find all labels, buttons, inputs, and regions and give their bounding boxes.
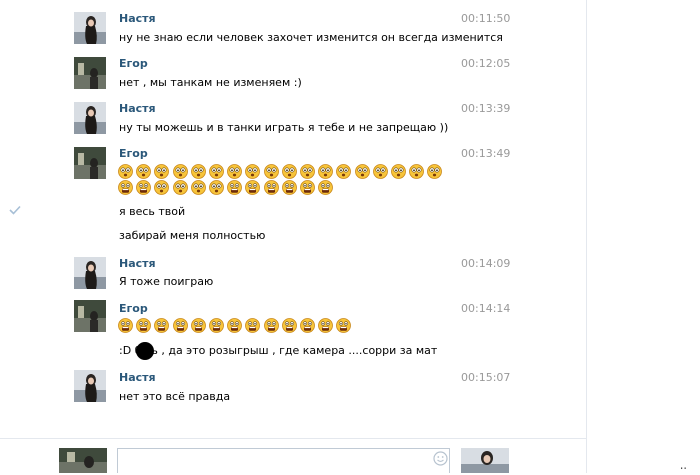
shocked-face-emoji-icon [209, 164, 224, 179]
screaming-face-emoji-icon [281, 180, 297, 195]
screaming-face-emoji-icon [154, 318, 170, 333]
avatar-egor[interactable] [74, 57, 106, 89]
my-avatar[interactable] [59, 448, 107, 473]
sender-name[interactable]: Егор [119, 147, 148, 160]
shocked-face-emoji-icon [300, 164, 315, 179]
message-input-box[interactable] [117, 448, 450, 473]
shocked-face-emoji-icon [209, 180, 224, 195]
message-time: 00:13:49 [461, 147, 511, 160]
screaming-face-emoji-icon [136, 318, 152, 333]
avatar-egor[interactable] [74, 147, 106, 179]
screaming-face-emoji-icon [118, 318, 133, 333]
smile-icon[interactable] [433, 451, 448, 466]
screaming-face-emoji-icon [245, 318, 261, 333]
screaming-face-emoji-icon [263, 180, 279, 195]
avatar-nastya[interactable] [74, 370, 106, 402]
shocked-face-emoji-icon [227, 164, 243, 179]
edge-fragment: ⋅⋅ [680, 462, 687, 475]
screaming-face-emoji-icon [263, 318, 279, 333]
screaming-face-emoji-icon [172, 318, 188, 333]
checkmark-icon [9, 205, 21, 215]
shocked-face-emoji-icon [154, 164, 170, 179]
message-text: нет это всё правда [119, 390, 231, 403]
shocked-face-emoji-icon [154, 180, 170, 195]
partner-avatar[interactable] [461, 448, 509, 473]
sender-name[interactable]: Настя [119, 12, 156, 25]
shocked-face-emoji-icon [172, 164, 188, 179]
message-input[interactable] [122, 451, 426, 473]
sender-name[interactable]: Настя [119, 257, 156, 270]
shocked-face-emoji-icon [263, 164, 279, 179]
chat-panel: Настя 00:11:50 ну не знаю если человек з… [0, 0, 587, 473]
avatar-nastya[interactable] [74, 257, 106, 289]
compose-divider [0, 438, 586, 439]
shocked-face-emoji-icon [281, 164, 297, 179]
shocked-face-emoji-icon [136, 164, 152, 179]
message-text: Я тоже поиграю [119, 275, 214, 288]
message-time: 00:14:09 [461, 257, 511, 270]
message-time: 00:11:50 [461, 12, 511, 25]
shocked-face-emoji-icon [118, 164, 133, 179]
message-text: забирай меня полностью [119, 229, 266, 242]
sender-name[interactable]: Настя [119, 371, 156, 384]
screaming-face-emoji-icon [318, 318, 334, 333]
sender-name[interactable]: Егор [119, 302, 148, 315]
screaming-face-emoji-icon [336, 318, 352, 333]
sender-name[interactable]: Настя [119, 102, 156, 115]
message-time: 00:14:14 [461, 302, 511, 315]
screaming-face-emoji-icon [300, 180, 315, 195]
screaming-face-emoji-icon [190, 318, 206, 333]
message-text: ну ты можешь и в танки играть я тебе и н… [119, 121, 449, 134]
avatar-nastya[interactable] [74, 12, 106, 44]
screaming-face-emoji-icon [227, 318, 243, 333]
censor-blot [136, 342, 154, 360]
message-text: ну не знаю если человек захочет изменитс… [119, 31, 503, 44]
message-time: 00:13:39 [461, 102, 511, 115]
shocked-face-emoji-icon [172, 180, 188, 195]
message-text: я весь твой [119, 205, 186, 218]
shocked-face-emoji-icon [318, 164, 334, 179]
shocked-face-emoji-icon [372, 164, 388, 179]
screaming-face-emoji-icon [300, 318, 315, 333]
screaming-face-emoji-icon [118, 180, 133, 195]
message-time: 00:15:07 [461, 371, 511, 384]
screaming-face-emoji-icon [209, 318, 224, 333]
shocked-face-emoji-icon [336, 164, 352, 179]
shocked-face-emoji-icon [354, 164, 370, 179]
screaming-face-emoji-icon [318, 180, 334, 195]
screaming-face-emoji-icon [227, 180, 243, 195]
avatar-egor[interactable] [74, 300, 106, 332]
shocked-face-emoji-icon [245, 164, 261, 179]
screaming-face-emoji-icon [245, 180, 261, 195]
shocked-face-emoji-icon [409, 164, 425, 179]
screaming-face-emoji-icon [136, 180, 152, 195]
shocked-face-emoji-icon [190, 180, 206, 195]
message-text: :D б ть , да это розыгрыш , где камера .… [119, 344, 438, 357]
shocked-face-emoji-icon [190, 164, 206, 179]
shocked-face-emoji-icon [391, 164, 406, 179]
sender-name[interactable]: Егор [119, 57, 148, 70]
message-time: 00:12:05 [461, 57, 511, 70]
avatar-nastya[interactable] [74, 102, 106, 134]
message-text: нет , мы танкам не изменяем :) [119, 76, 302, 89]
shocked-face-emoji-icon [427, 164, 443, 179]
right-background [587, 0, 700, 473]
screaming-face-emoji-icon [281, 318, 297, 333]
